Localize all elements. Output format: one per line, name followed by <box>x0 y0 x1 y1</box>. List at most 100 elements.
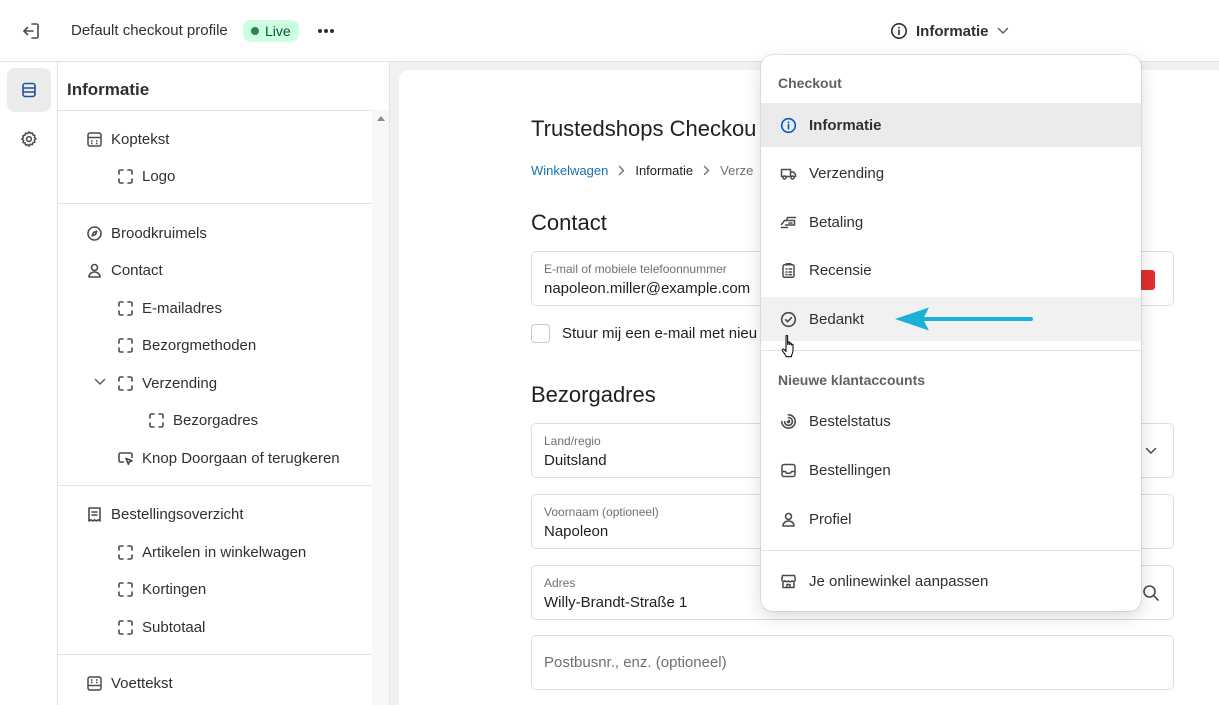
sidebar-item-kortingen[interactable]: Kortingen <box>117 574 206 604</box>
button-cursor-icon <box>118 451 133 465</box>
sidebar-item-subtotaal[interactable]: Subtotaal <box>117 612 205 642</box>
more-horizontal-icon <box>318 29 334 33</box>
chevron-down-icon <box>1145 447 1157 454</box>
sections-sidebar: Informatie Koptekst Logo Broodkruimels C… <box>58 62 390 705</box>
menu-item-informatie[interactable]: Informatie <box>761 103 1141 147</box>
sidebar-item-label: Bezorgmethoden <box>142 336 257 354</box>
divider <box>58 110 372 111</box>
truck-icon <box>780 168 797 180</box>
page-selector-dropdown: Checkout Informatie Verzending Betaling … <box>761 55 1141 611</box>
status-badge: Live <box>243 20 299 42</box>
divider <box>58 485 372 486</box>
firstname-value: Napoleon <box>544 523 609 540</box>
divider <box>761 550 1141 551</box>
person-icon <box>88 263 101 278</box>
sidebar-item-bestellingsoverzicht[interactable]: Bestellingsoverzicht <box>86 499 244 529</box>
sections-icon <box>22 82 36 98</box>
scroll-up-arrow-icon[interactable] <box>377 116 385 121</box>
menu-item-label: Je onlinewinkel aanpassen <box>809 572 989 590</box>
footer-layout-icon <box>87 675 102 691</box>
sidebar-item-label: Logo <box>142 167 176 185</box>
left-rail <box>0 62 58 705</box>
sidebar-item-verzending[interactable]: Verzending <box>117 368 217 398</box>
hand-pointer-icon <box>781 334 794 358</box>
info-icon <box>891 23 907 39</box>
sidebar-item-label: Knop Doorgaan of terugkeren <box>142 449 340 467</box>
block-frame-icon <box>118 581 133 597</box>
sections-button[interactable] <box>7 68 51 112</box>
breadcrumb-cart-link[interactable]: Winkelwagen <box>531 163 608 178</box>
chevron-down-icon[interactable] <box>94 378 106 386</box>
sidebar-item-bezorgmethoden[interactable]: Bezorgmethoden <box>117 330 256 360</box>
divider <box>761 350 1141 351</box>
sidebar-item-voettekst[interactable]: Voettekst <box>86 668 173 698</box>
menu-item-label: Profiel <box>809 510 852 528</box>
exit-button[interactable] <box>18 18 44 44</box>
newsletter-option[interactable]: Stuur mij een e-mail met nieu <box>531 324 757 343</box>
profile-name: Default checkout profile <box>71 22 228 39</box>
menu-item-label: Bedankt <box>809 310 865 328</box>
progress-icon <box>781 413 796 429</box>
password-manager-icon[interactable] <box>1139 270 1155 290</box>
store-title: Trustedshops Checkou <box>531 116 757 141</box>
sidebar-item-label: E-mailadres <box>142 299 223 317</box>
breadcrumb-current: Informatie <box>635 163 694 178</box>
sidebar-item-logo[interactable]: Logo <box>117 161 175 191</box>
email-field-label: E-mail of mobiele telefoonnummer <box>544 262 727 276</box>
page-selector-label: Informatie <box>916 22 989 40</box>
accounts-group-heading: Nieuwe klantaccounts <box>778 372 926 388</box>
more-actions-button[interactable] <box>313 20 339 42</box>
annotation-arrow-icon <box>895 307 1033 331</box>
menu-item-profiel[interactable]: Profiel <box>761 497 1141 541</box>
sidebar-item-label: Bestellingsoverzicht <box>111 505 244 523</box>
page-selector[interactable]: Informatie <box>890 19 1009 43</box>
block-frame-icon <box>118 544 133 560</box>
sidebar-item-bezorgadres[interactable]: Bezorgadres <box>148 405 258 435</box>
block-frame-icon <box>118 300 133 316</box>
sidebar-item-label: Contact <box>111 261 163 279</box>
sidebar-item-koptekst[interactable]: Koptekst <box>86 124 169 154</box>
menu-item-bestellingen[interactable]: Bestellingen <box>761 448 1141 492</box>
live-dot-icon <box>251 27 259 35</box>
shipping-address-heading: Bezorgadres <box>531 382 656 407</box>
menu-item-recensie[interactable]: Recensie <box>761 248 1141 292</box>
block-frame-icon <box>118 337 133 353</box>
settings-button[interactable] <box>7 117 51 161</box>
menu-item-label: Verzending <box>809 164 885 182</box>
block-frame-icon <box>118 375 133 391</box>
menu-item-customize-store[interactable]: Je onlinewinkel aanpassen <box>761 559 1141 603</box>
gear-icon <box>21 131 37 147</box>
sidebar-item-artikelen[interactable]: Artikelen in winkelwagen <box>117 537 306 567</box>
sidebar-item-knop-doorgaan[interactable]: Knop Doorgaan of terugkeren <box>117 443 340 473</box>
sidebar-item-e-mailadres[interactable]: E-mailadres <box>117 293 222 323</box>
menu-item-betaling[interactable]: Betaling <box>761 200 1141 244</box>
menu-item-label: Betaling <box>809 213 864 231</box>
chevron-right-icon <box>703 165 710 176</box>
sidebar-item-label: Voettekst <box>111 674 173 692</box>
sidebar-item-contact[interactable]: Contact <box>86 255 163 285</box>
compass-icon <box>87 225 102 241</box>
newsletter-label: Stuur mij een e-mail met nieu <box>562 325 758 342</box>
block-frame-icon <box>118 168 133 184</box>
divider <box>58 203 372 204</box>
checkout-group-heading: Checkout <box>778 75 842 91</box>
address-label: Adres <box>544 576 576 590</box>
apartment-field[interactable]: Postbusnr., enz. (optioneel) <box>531 635 1174 690</box>
chevron-right-icon <box>619 165 625 176</box>
sidebar-item-broodkruimels[interactable]: Broodkruimels <box>86 218 207 248</box>
menu-item-verzending[interactable]: Verzending <box>761 151 1141 195</box>
sidebar-title: Informatie <box>67 80 150 99</box>
block-frame-icon <box>118 619 133 635</box>
menu-item-bestelstatus[interactable]: Bestelstatus <box>761 399 1141 443</box>
search-icon <box>1143 585 1159 601</box>
sidebar-item-label: Kortingen <box>142 580 207 598</box>
header-layout-icon <box>87 131 102 147</box>
sidebar-scrollbar[interactable] <box>372 110 389 705</box>
chevron-down-icon <box>997 27 1008 34</box>
country-label: Land/regio <box>544 434 601 448</box>
sidebar-item-label: Broodkruimels <box>111 224 207 242</box>
newsletter-checkbox[interactable] <box>531 324 550 343</box>
inbox-icon <box>781 463 796 477</box>
block-frame-icon <box>149 412 164 428</box>
breadcrumb: Winkelwagen Informatie Verze <box>531 163 753 178</box>
